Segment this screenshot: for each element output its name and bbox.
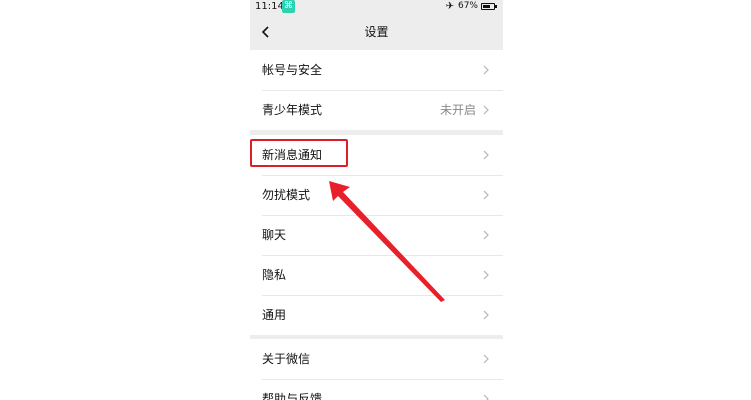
annotation-arrow <box>329 181 445 302</box>
annotation-arrow-shape <box>329 181 445 302</box>
